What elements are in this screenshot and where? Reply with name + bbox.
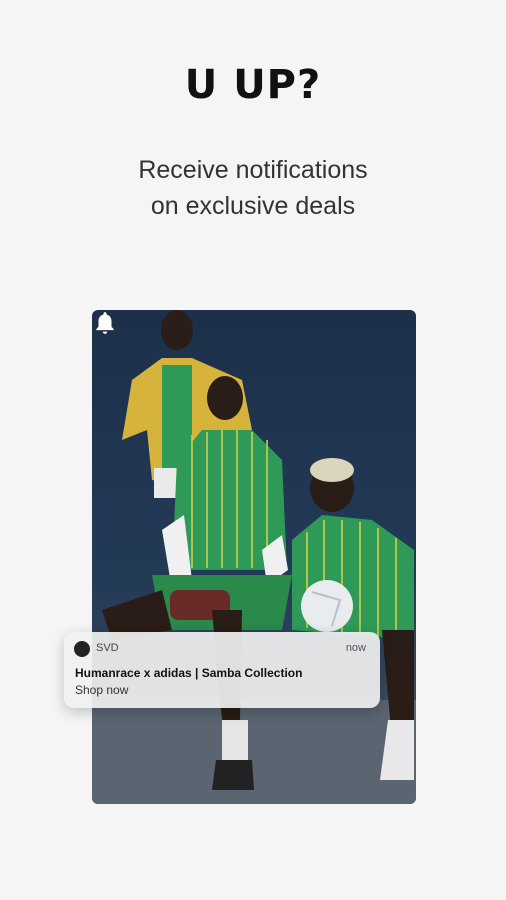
subheading: Receive notifications on exclusive deals: [0, 152, 506, 224]
hero-photo-illustration: [92, 310, 416, 804]
subheading-line-2: on exclusive deals: [150, 192, 356, 220]
notification-body: Shop now: [75, 683, 129, 697]
notification-app-name: SVD: [96, 642, 119, 654]
notification-title: Humanrace x adidas | Samba Collection: [75, 666, 303, 680]
notification-time: now: [345, 642, 366, 654]
svd-app-icon: [74, 641, 90, 657]
subheading-line-1: Receive notifications: [138, 156, 368, 184]
bell-icon[interactable]: [92, 310, 118, 336]
push-notification-card[interactable]: SVD now Humanrace x adidas | Samba Colle…: [64, 632, 380, 708]
page-headline: U UP?: [184, 62, 322, 108]
hero-image: [92, 310, 416, 804]
